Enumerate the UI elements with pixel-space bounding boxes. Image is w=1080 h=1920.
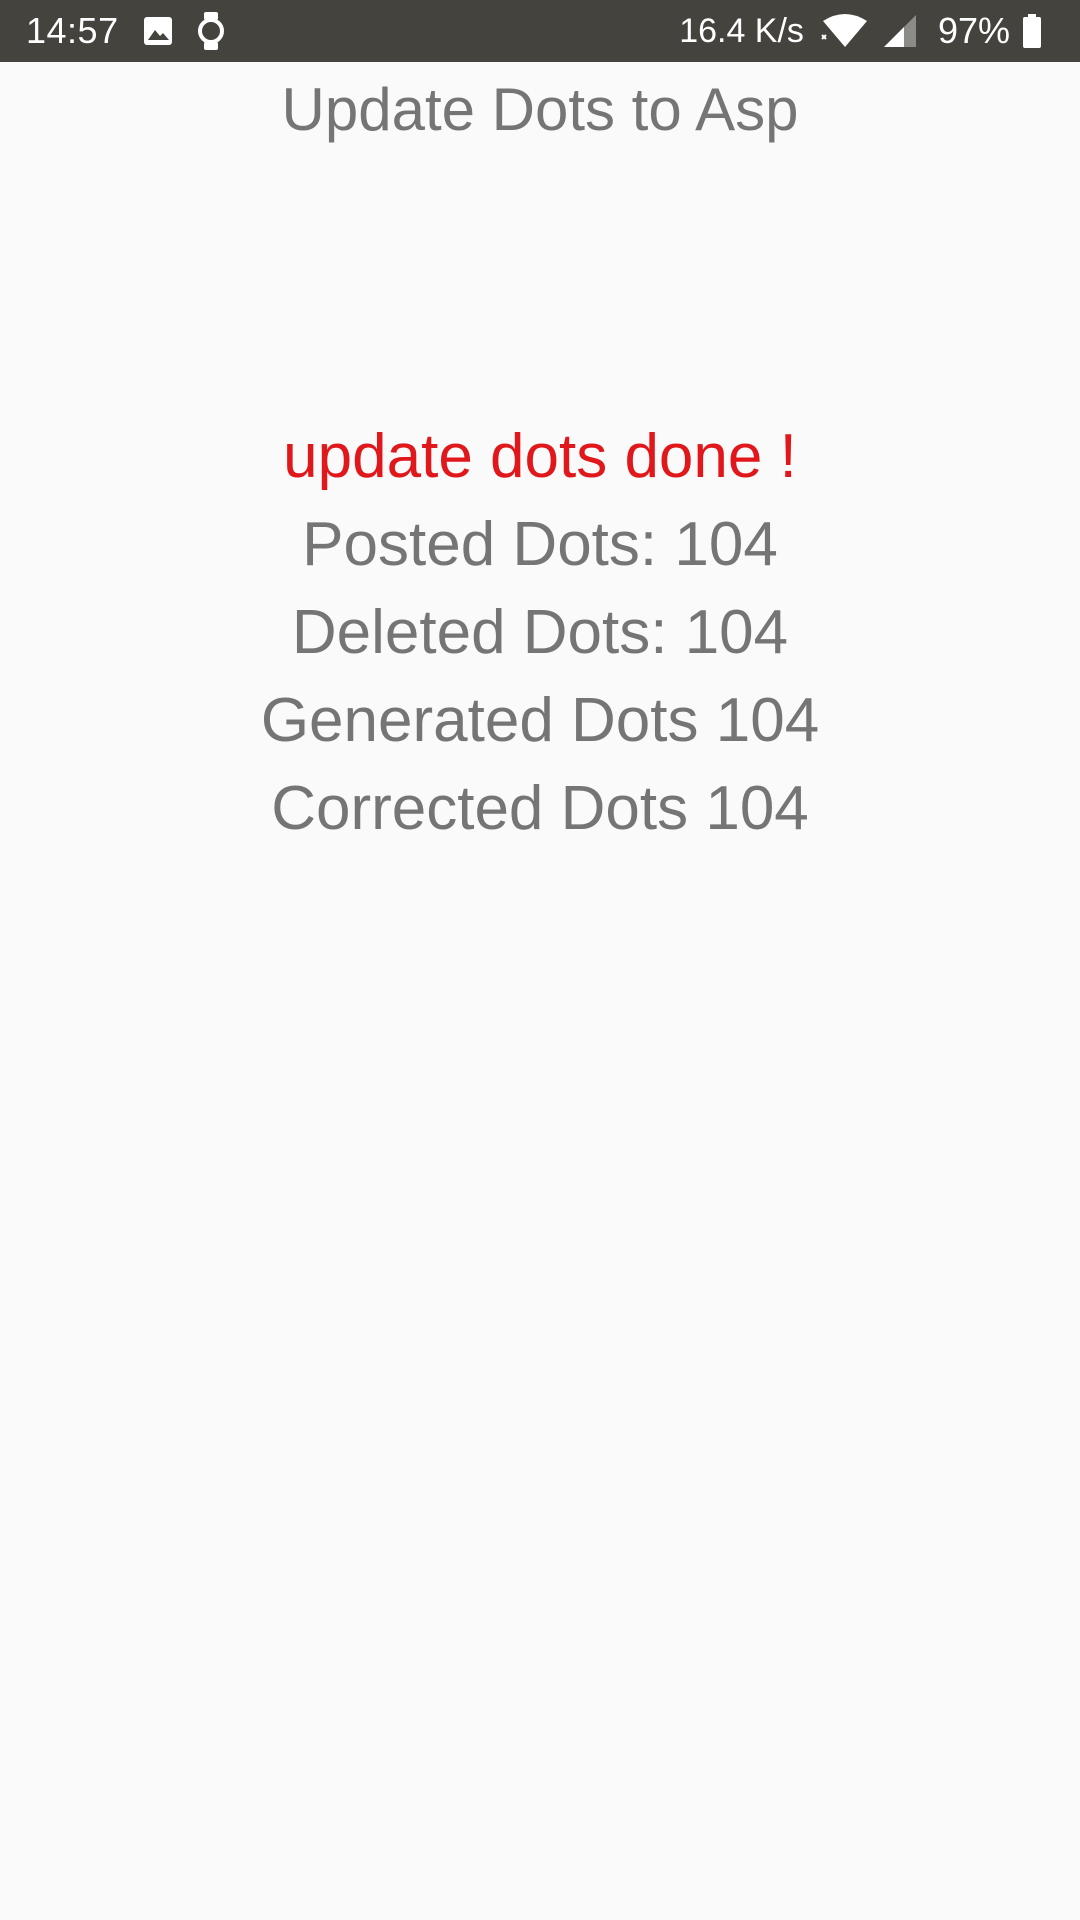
update-result-panel: update dots done ! Posted Dots: 104 Dele…: [0, 413, 1080, 853]
posted-dots-count: Posted Dots: 104: [302, 510, 778, 579]
status-bar: 14:57 16.4 K/s 97%: [0, 0, 1080, 62]
image-notification-icon: [143, 16, 173, 46]
update-status-message: update dots done !: [283, 422, 797, 491]
generated-dots-count: Generated Dots 104: [260, 686, 820, 755]
cell-signal-icon: [882, 13, 918, 49]
status-time: 14:57: [26, 10, 119, 51]
watch-icon: [197, 11, 225, 51]
page-title: Update Dots to Asp: [281, 76, 799, 143]
deleted-dots-count: Deleted Dots: 104: [291, 598, 789, 667]
status-bar-left: 14:57: [26, 10, 225, 52]
wifi-icon: [820, 13, 870, 49]
corrected-dots-count: Corrected Dots 104: [271, 774, 809, 843]
network-speed: 16.4 K/s: [679, 11, 804, 50]
app-screen: 14:57 16.4 K/s 97% Update Dots to Asp up…: [0, 0, 1080, 1920]
battery-icon: [1022, 14, 1042, 48]
status-bar-right: 16.4 K/s 97%: [679, 10, 1054, 52]
battery-percentage: 97%: [937, 10, 1010, 51]
